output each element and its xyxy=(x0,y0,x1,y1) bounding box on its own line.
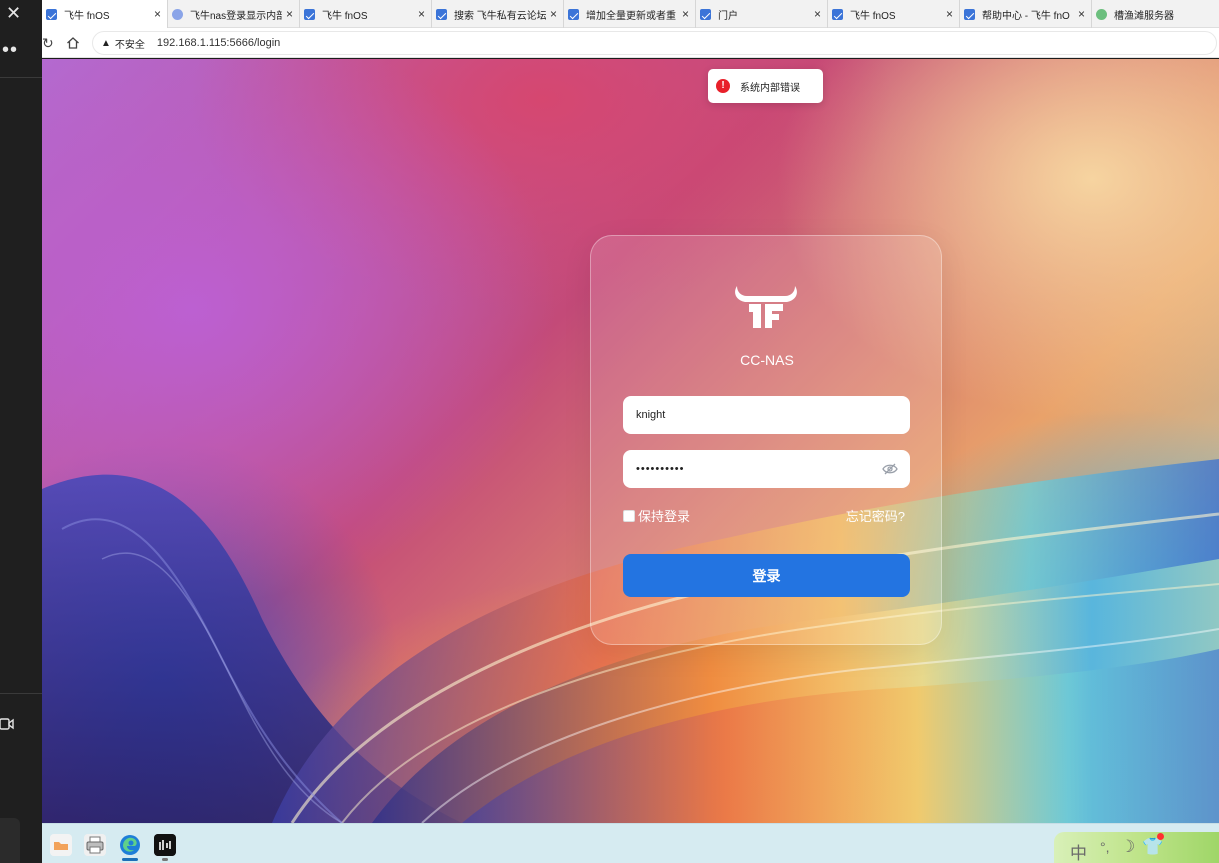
tab-label: 飞牛 fnOS xyxy=(64,10,110,22)
tab-portal[interactable]: 门户 × xyxy=(696,0,828,28)
username-value[interactable]: knight xyxy=(636,409,665,421)
tab-label: 槽渔滩服务器 xyxy=(1114,10,1174,22)
divider xyxy=(0,693,42,694)
tab-close-icon[interactable]: × xyxy=(286,7,293,21)
tab-fnos-3[interactable]: 飞牛 fnOS × xyxy=(828,0,960,28)
tab-close-icon[interactable]: × xyxy=(154,7,161,21)
tab-label: 飞牛 fnOS xyxy=(850,10,896,22)
fnos-icon xyxy=(832,8,843,20)
reload-icon[interactable]: ↻ xyxy=(42,35,54,52)
fnos-icon xyxy=(436,8,447,20)
divider xyxy=(0,77,42,78)
capcut-icon[interactable] xyxy=(154,834,176,856)
tab-close-icon[interactable]: × xyxy=(682,7,689,21)
url-text[interactable]: 192.168.1.115:5666/login xyxy=(157,37,280,49)
fnos-icon xyxy=(46,8,57,20)
more-options-icon[interactable]: •• xyxy=(2,40,18,60)
server-icon xyxy=(1096,8,1107,20)
active-app-indicator xyxy=(122,858,138,861)
tab-update-request[interactable]: 增加全量更新或者重 × xyxy=(564,0,696,28)
tab-fnos-1[interactable]: 飞牛 fnOS × xyxy=(42,0,168,28)
tab-label: 门户 xyxy=(718,10,738,22)
fnos-icon xyxy=(700,8,711,20)
remember-me-checkbox[interactable]: 保持登录 xyxy=(623,506,690,525)
notification-dot xyxy=(1157,833,1164,840)
tab-fnos-2[interactable]: 飞牛 fnOS × xyxy=(300,0,432,28)
fnos-icon xyxy=(304,8,315,20)
side-panel-bottom xyxy=(0,818,20,863)
login-card: CC-NAS knight •••••••••• 保持登录 忘记密码? 登录 xyxy=(590,235,942,645)
running-app-indicator xyxy=(162,858,168,861)
address-bar-row: ↻ ▲ 不安全 192.168.1.115:5666/login xyxy=(42,28,1219,58)
remember-label[interactable]: 保持登录 xyxy=(638,506,690,525)
error-icon: ! xyxy=(716,79,730,93)
error-toast: ! 系统内部错误 xyxy=(708,69,823,103)
eye-hidden-icon[interactable] xyxy=(882,462,898,476)
browser-tab-bar: 飞牛 fnOS × 飞牛nas登录显示内部 × 飞牛 fnOS × 搜索 飞牛私… xyxy=(42,0,1219,28)
tab-close-icon[interactable]: × xyxy=(814,7,821,21)
device-name: CC-NAS xyxy=(740,352,794,368)
tab-label: 搜索 飞牛私有云论坛 xyxy=(454,10,546,22)
password-input[interactable]: •••••••••• xyxy=(623,450,910,488)
skin-shirt-icon[interactable]: 👕 xyxy=(1142,837,1163,857)
folder-icon[interactable] xyxy=(50,834,72,856)
warning-icon[interactable]: ▲ xyxy=(101,38,111,49)
tab-label: 飞牛 fnOS xyxy=(322,10,368,22)
ime-toolbar[interactable]: 中 °, ☽ 👕 xyxy=(1054,832,1219,863)
tab-server[interactable]: 槽渔滩服务器 xyxy=(1092,0,1209,28)
login-page: ! 系统内部错误 CC-NAS knight •••••••••• 保持登录 忘… xyxy=(42,59,1219,823)
tab-close-icon[interactable]: × xyxy=(946,7,953,21)
baidu-paw-icon xyxy=(172,8,183,20)
ime-punctuation-toggle[interactable]: °, xyxy=(1100,839,1110,855)
tab-close-icon[interactable]: × xyxy=(418,7,425,21)
login-button[interactable]: 登录 xyxy=(623,554,910,597)
toast-message: 系统内部错误 xyxy=(740,82,800,94)
moon-icon[interactable]: ☽ xyxy=(1120,837,1135,857)
close-icon[interactable]: ✕ xyxy=(6,4,21,22)
tab-label: 飞牛nas登录显示内部 xyxy=(190,10,282,22)
fnos-bull-logo-icon xyxy=(735,286,797,328)
url-input[interactable]: ▲ 不安全 192.168.1.115:5666/login xyxy=(92,31,1217,55)
tab-close-icon[interactable]: × xyxy=(1078,7,1085,21)
username-input[interactable]: knight xyxy=(623,396,910,434)
printer-icon[interactable] xyxy=(84,834,106,856)
home-icon[interactable] xyxy=(66,36,80,50)
tab-help-center[interactable]: 帮助中心 - 飞牛 fnO × xyxy=(960,0,1092,28)
taskbar: 中 °, ☽ 👕 xyxy=(42,823,1219,863)
tab-fnos-search[interactable]: 飞牛nas登录显示内部 × xyxy=(168,0,300,28)
edge-icon[interactable] xyxy=(119,834,141,856)
tab-close-icon[interactable]: × xyxy=(550,7,557,21)
security-status[interactable]: 不安全 xyxy=(115,36,145,51)
tab-label: 帮助中心 - 飞牛 fnO xyxy=(982,10,1070,22)
checkbox[interactable] xyxy=(623,509,635,522)
fnos-icon xyxy=(964,8,975,20)
ime-language-toggle[interactable]: 中 xyxy=(1070,839,1087,863)
password-value[interactable]: •••••••••• xyxy=(636,463,685,475)
tab-forum-search[interactable]: 搜索 飞牛私有云论坛 × xyxy=(432,0,564,28)
forgot-password-link[interactable]: 忘记密码? xyxy=(846,506,905,525)
tab-label: 增加全量更新或者重 xyxy=(586,10,676,22)
fnos-icon xyxy=(568,8,579,20)
video-camera-icon[interactable] xyxy=(0,716,14,732)
left-side-panel: ✕ •• xyxy=(0,0,42,863)
